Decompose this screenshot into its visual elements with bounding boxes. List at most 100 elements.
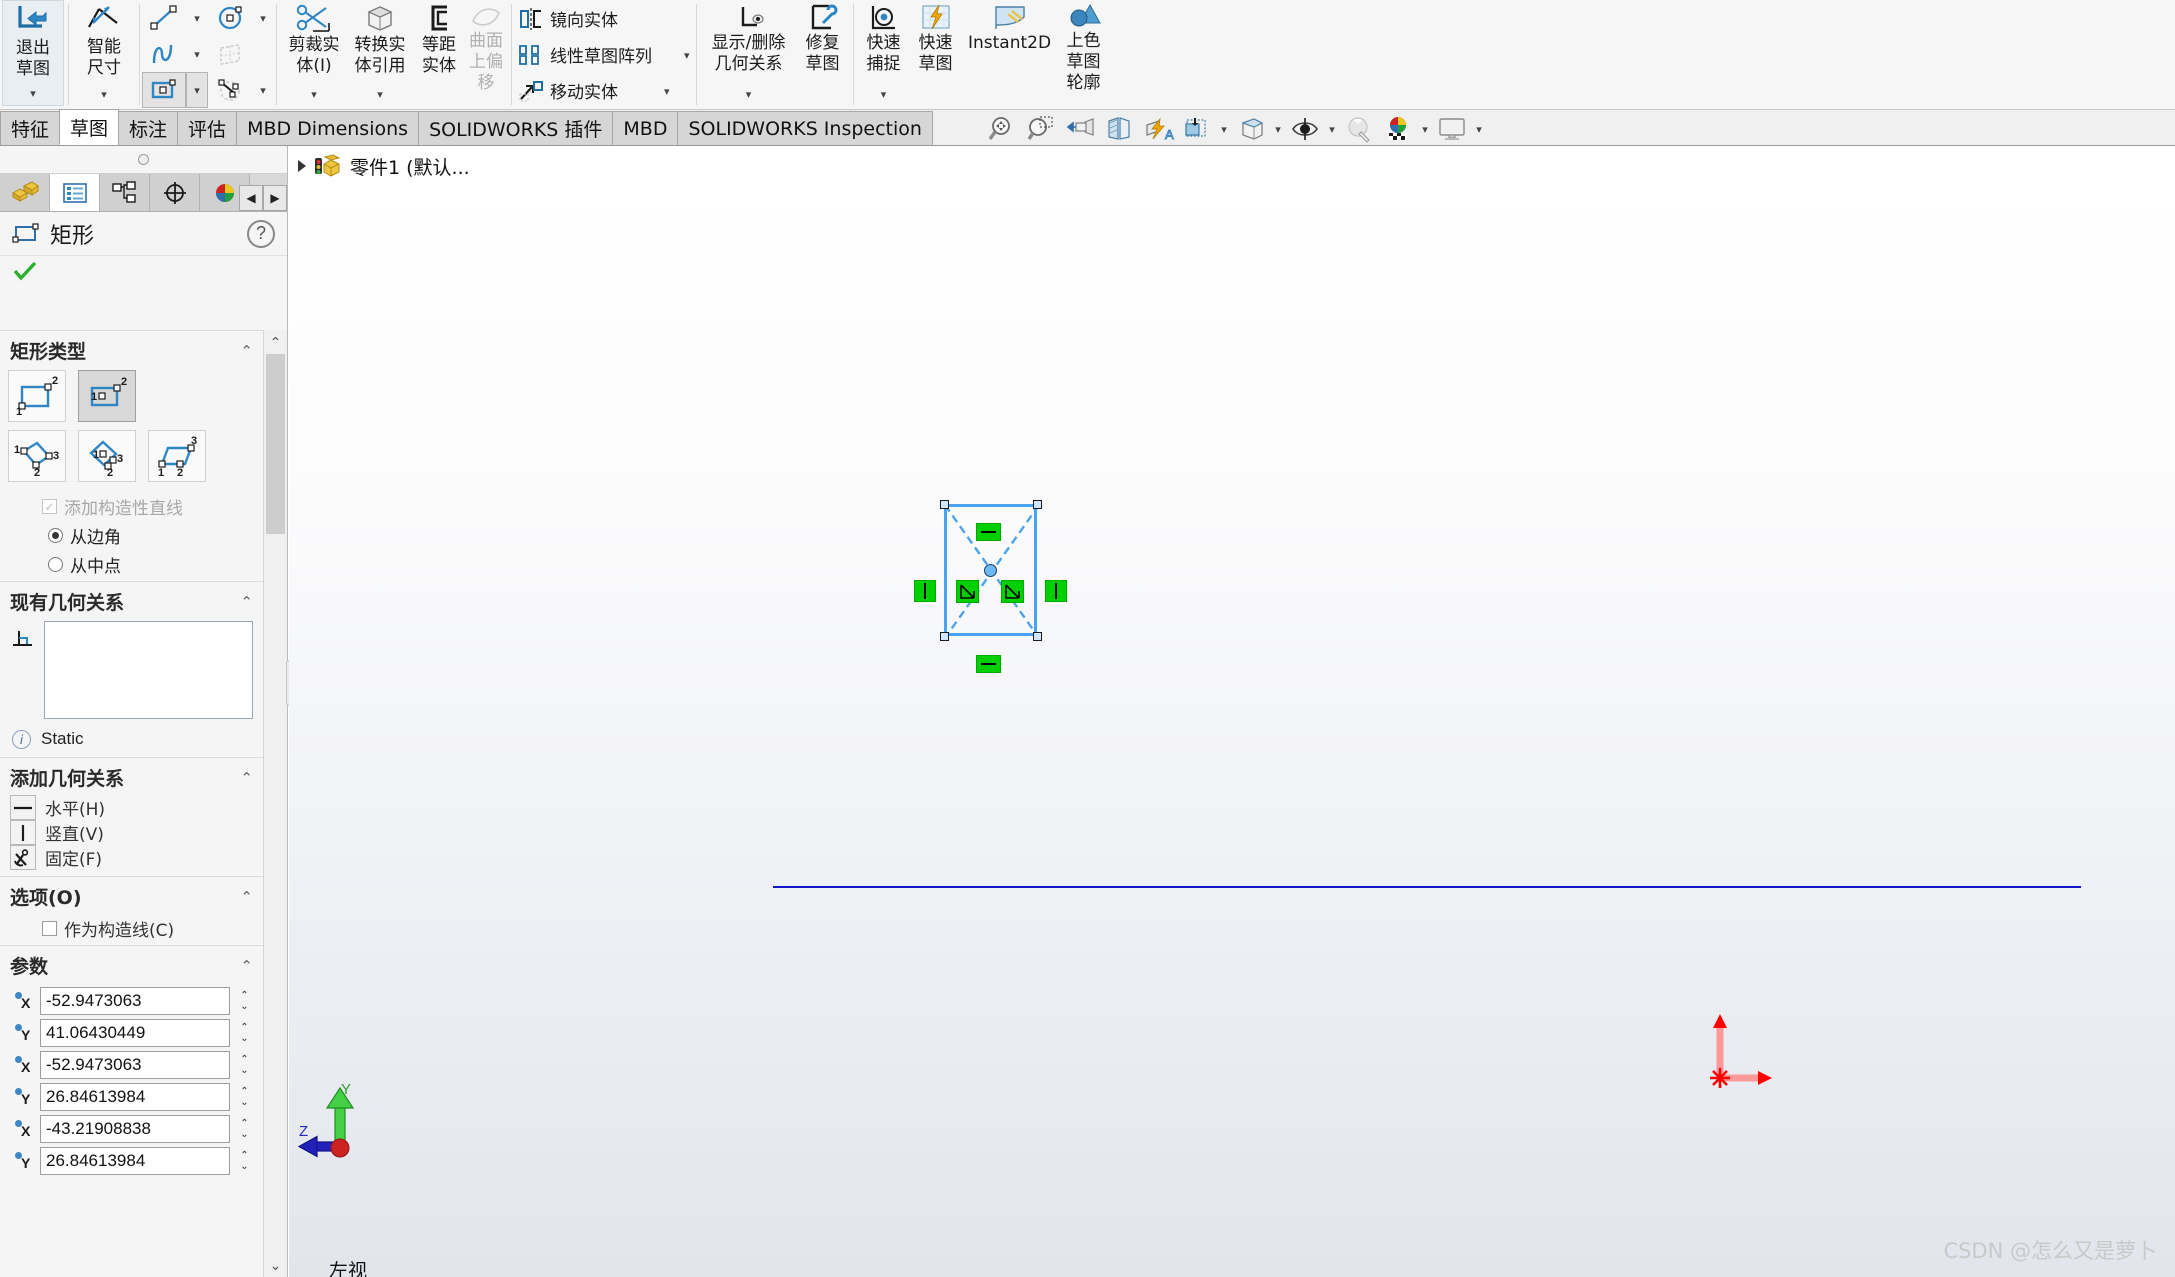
ok-checkmark-icon[interactable] — [12, 260, 38, 282]
section-options-header[interactable]: 选项(O) ⌃ — [0, 883, 263, 914]
vertical-relation-icon[interactable] — [10, 820, 36, 845]
scroll-down-button[interactable]: ⌄ — [264, 1253, 287, 1277]
smart-dimension-button[interactable]: 智能 尺寸 ▾ — [73, 0, 135, 106]
linear-sketch-pattern-caret-icon[interactable]: ▾ — [684, 50, 690, 61]
tab-solidworks-inspection[interactable]: SOLIDWORKS Inspection — [677, 111, 933, 145]
previous-view-icon[interactable] — [1062, 113, 1098, 145]
vertical-relation-row[interactable]: 竖直(V) — [10, 820, 263, 845]
parameter-stepper-x3[interactable]: ⌃ ⌄ — [236, 1115, 253, 1143]
zoom-to-area-icon[interactable] — [1023, 113, 1059, 145]
add-construction-lines-row[interactable]: ✓ 添加构造性直线 — [0, 492, 263, 521]
for-construction-checkbox[interactable] — [42, 921, 57, 936]
trim-entities-button[interactable]: 剪裁实 体(I) ▾ — [281, 0, 347, 106]
view-orientation-icon[interactable]: A — [1140, 113, 1176, 145]
rapid-sketch-button[interactable]: 快速 草图 — [910, 0, 962, 106]
parameter-stepper-x1[interactable]: ⌃ ⌄ — [236, 987, 253, 1015]
parameter-stepper-x2[interactable]: ⌃ ⌄ — [236, 1051, 253, 1079]
hide-show-items-icon[interactable] — [1233, 113, 1269, 145]
viewport-icon[interactable] — [1434, 113, 1470, 145]
move-entities-caret-icon[interactable]: ▾ — [664, 86, 670, 97]
midpoint-relation-badge[interactable] — [1001, 580, 1024, 603]
tab-solidworks-addins[interactable]: SOLIDWORKS 插件 — [418, 111, 614, 145]
linear-sketch-pattern-button[interactable]: 线性草图阵列 ▾ — [514, 37, 694, 73]
chevron-up-icon[interactable]: ⌃ — [240, 769, 253, 787]
corner-rectangle-button[interactable]: 1 2 — [8, 370, 66, 422]
view-settings-icon[interactable] — [1287, 113, 1323, 145]
anchor-icon[interactable] — [10, 845, 36, 870]
parameter-input-x1[interactable]: -52.9473063 — [40, 987, 230, 1015]
section-parameters-header[interactable]: 参数 ⌃ — [0, 952, 263, 983]
offset-entities-button[interactable]: 等距 实体 — [413, 0, 465, 106]
midpoint-relation-badge[interactable] — [956, 580, 979, 603]
viewport-caret-icon[interactable]: ▾ — [1473, 123, 1485, 136]
rectangle-tool-caret-icon[interactable]: ▾ — [186, 72, 208, 108]
configuration-manager-tab[interactable] — [100, 174, 150, 211]
zoom-to-fit-icon[interactable] — [984, 113, 1020, 145]
tab-sketch[interactable]: 草图 — [59, 109, 120, 145]
line-tool-caret-icon[interactable]: ▾ — [186, 0, 208, 36]
view-settings-caret-icon[interactable]: ▾ — [1326, 123, 1338, 136]
existing-relations-listbox[interactable] — [44, 621, 253, 719]
rectangle-tool-button[interactable] — [142, 72, 186, 108]
sketch-corner-point[interactable] — [940, 500, 949, 509]
sketch-corner-point[interactable] — [940, 632, 949, 641]
quick-snaps-button[interactable]: 快速 捕捉 ▾ — [858, 0, 910, 106]
mirror-entities-button[interactable]: 镜向实体 — [514, 1, 694, 37]
appearances-icon[interactable] — [1380, 113, 1416, 145]
tree-expander-icon[interactable] — [298, 160, 306, 172]
from-corner-row[interactable]: 从边角 — [0, 521, 263, 550]
tab-evaluate[interactable]: 评估 — [177, 111, 238, 145]
chevron-up-icon[interactable]: ⌃ — [240, 593, 253, 611]
chevron-up-icon[interactable]: ⌃ — [240, 957, 253, 975]
parameter-stepper-y3[interactable]: ⌃ ⌄ — [236, 1147, 253, 1175]
trim-entities-caret-icon[interactable]: ▾ — [311, 90, 317, 101]
fix-relation-row[interactable]: 固定(F) — [10, 845, 263, 870]
repair-sketch-button[interactable]: 修复 草图 — [797, 0, 849, 106]
auto-hide-pin-icon[interactable] — [138, 154, 149, 165]
quick-snaps-caret-icon[interactable]: ▾ — [881, 90, 887, 101]
appearances-caret-icon[interactable]: ▾ — [1419, 123, 1431, 136]
parameter-stepper-y2[interactable]: ⌃ ⌄ — [236, 1083, 253, 1111]
scrollbar-thumb[interactable] — [266, 354, 285, 534]
section-rect-type-header[interactable]: 矩形类型 ⌃ — [0, 337, 263, 368]
horizontal-relation-icon[interactable] — [10, 795, 36, 820]
parameter-input-y3[interactable]: 26.84613984 — [40, 1147, 230, 1175]
spline-tool-button[interactable] — [142, 36, 186, 72]
add-construction-lines-checkbox[interactable]: ✓ — [42, 499, 57, 514]
horizontal-relation-badge[interactable] — [976, 655, 1001, 673]
3d-sketch-plane-tool-button[interactable] — [208, 36, 252, 72]
sketch-center-point[interactable] — [984, 564, 997, 577]
manager-tab-prev-button[interactable]: ◀ — [239, 185, 263, 211]
apply-scene-icon[interactable] — [1341, 113, 1377, 145]
from-corner-radio[interactable] — [48, 528, 63, 543]
convert-entities-caret-icon[interactable]: ▾ — [377, 90, 383, 101]
offset-on-surface-button[interactable]: 曲面 上偏 移 — [465, 0, 507, 106]
circle-tool-button[interactable] — [208, 0, 252, 36]
for-construction-row[interactable]: 作为构造线(C) — [0, 914, 263, 943]
display-style-icon[interactable] — [1179, 113, 1215, 145]
manager-tab-next-button[interactable]: ▶ — [263, 185, 287, 211]
from-midpoint-radio[interactable] — [48, 557, 63, 572]
graphics-area[interactable]: Y Z 左视 CSDN @怎么又是萝卜 — [289, 186, 2175, 1277]
section-existing-relations-header[interactable]: 现有几何关系 ⌃ — [0, 588, 263, 619]
scroll-up-button[interactable]: ⌃ — [264, 330, 287, 354]
exit-sketch-button[interactable]: 退出 草图 ▾ — [2, 0, 64, 106]
center-rectangle-button[interactable]: 1 2 — [78, 370, 136, 422]
feature-manager-tab[interactable] — [0, 174, 50, 211]
sketch-corner-point[interactable] — [1033, 500, 1042, 509]
parameter-stepper-y1[interactable]: ⌃ ⌄ — [236, 1019, 253, 1047]
section-add-relations-header[interactable]: 添加几何关系 ⌃ — [0, 764, 263, 795]
chevron-up-icon[interactable]: ⌃ — [240, 888, 253, 906]
exit-sketch-caret-icon[interactable]: ▾ — [30, 89, 36, 100]
tab-mbd[interactable]: MBD — [612, 111, 679, 145]
sketch-origin-marker[interactable] — [1694, 1012, 1774, 1088]
section-view-icon[interactable] — [1101, 113, 1137, 145]
convert-entities-button[interactable]: 转换实 体引用 ▾ — [347, 0, 413, 106]
instant2d-button[interactable]: Instant2D — [962, 0, 1058, 106]
hide-show-items-caret-icon[interactable]: ▾ — [1272, 123, 1284, 136]
sketch-corner-point[interactable] — [1033, 632, 1042, 641]
tab-features[interactable]: 特征 — [0, 111, 61, 145]
horizontal-relation-row[interactable]: 水平(H) — [10, 795, 263, 820]
arc-tool-button[interactable] — [208, 72, 252, 108]
3-point-center-rectangle-button[interactable]: 1 3 2 — [78, 430, 136, 482]
